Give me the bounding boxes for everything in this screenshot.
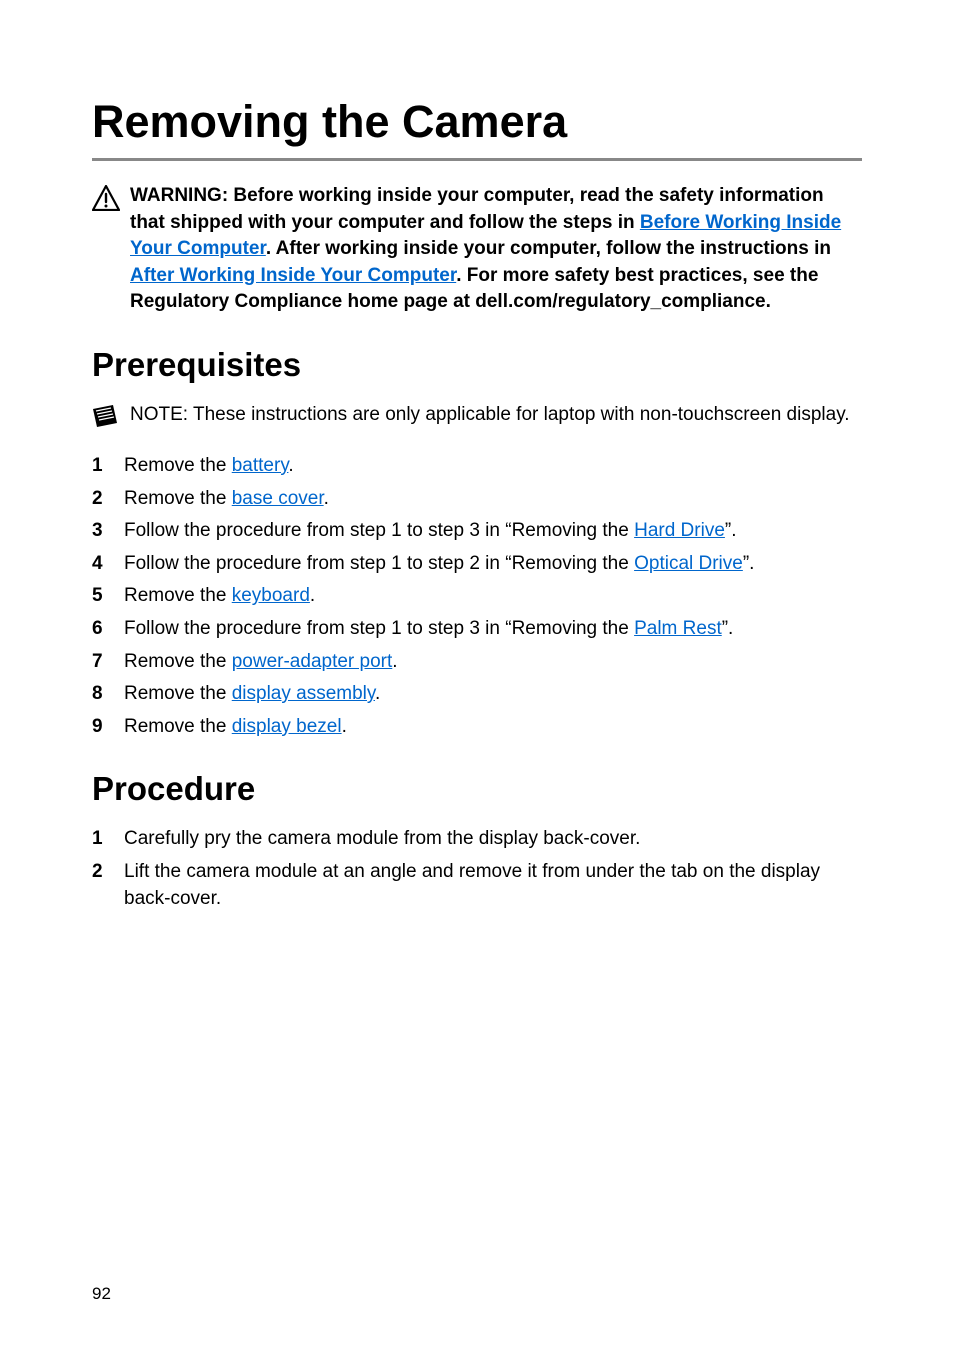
note-label: NOTE:	[130, 404, 188, 425]
link-palm-rest[interactable]: Palm Rest	[634, 618, 722, 639]
link-display-bezel[interactable]: display bezel	[232, 716, 342, 737]
note-text: NOTE: These instructions are only applic…	[130, 402, 850, 429]
prereq-step-8: Remove the display assembly.	[92, 681, 862, 708]
warning-p2: . After working inside your computer, fo…	[266, 238, 831, 259]
link-hard-drive[interactable]: Hard Drive	[634, 520, 725, 541]
link-battery[interactable]: battery	[232, 455, 289, 476]
prereq-step-2: Remove the base cover.	[92, 486, 862, 513]
note-body: These instructions are only applicable f…	[188, 404, 850, 425]
prereq-step-1: Remove the battery.	[92, 453, 862, 480]
warning-icon	[92, 183, 120, 216]
link-base-cover[interactable]: base cover	[232, 488, 324, 509]
procedure-step-2: Lift the camera module at an angle and r…	[92, 859, 862, 912]
prereq-step-5: Remove the keyboard.	[92, 583, 862, 610]
link-display-assembly[interactable]: display assembly	[232, 683, 375, 704]
warning-text: WARNING: Before working inside your comp…	[130, 183, 862, 316]
prereq-step-9: Remove the display bezel.	[92, 714, 862, 741]
procedure-step-1: Carefully pry the camera module from the…	[92, 826, 862, 853]
page-title: Removing the Camera	[92, 96, 862, 161]
prereq-step-6: Follow the procedure from step 1 to step…	[92, 616, 862, 643]
warning-block: WARNING: Before working inside your comp…	[92, 183, 862, 316]
warning-label: WARNING:	[130, 185, 228, 206]
procedure-heading: Procedure	[92, 770, 862, 808]
link-power-adapter-port[interactable]: power-adapter port	[232, 651, 393, 672]
note-icon	[92, 402, 118, 433]
page-number: 92	[92, 1284, 111, 1304]
link-optical-drive[interactable]: Optical Drive	[634, 553, 743, 574]
prereq-step-3: Follow the procedure from step 1 to step…	[92, 518, 862, 545]
link-keyboard[interactable]: keyboard	[232, 585, 310, 606]
prereq-step-4: Follow the procedure from step 1 to step…	[92, 551, 862, 578]
note-block: NOTE: These instructions are only applic…	[92, 402, 862, 433]
prerequisites-list: Remove the battery. Remove the base cove…	[92, 453, 862, 740]
link-after-working[interactable]: After Working Inside Your Computer	[130, 265, 456, 286]
procedure-list: Carefully pry the camera module from the…	[92, 826, 862, 912]
prereq-step-7: Remove the power-adapter port.	[92, 649, 862, 676]
prerequisites-heading: Prerequisites	[92, 346, 862, 384]
